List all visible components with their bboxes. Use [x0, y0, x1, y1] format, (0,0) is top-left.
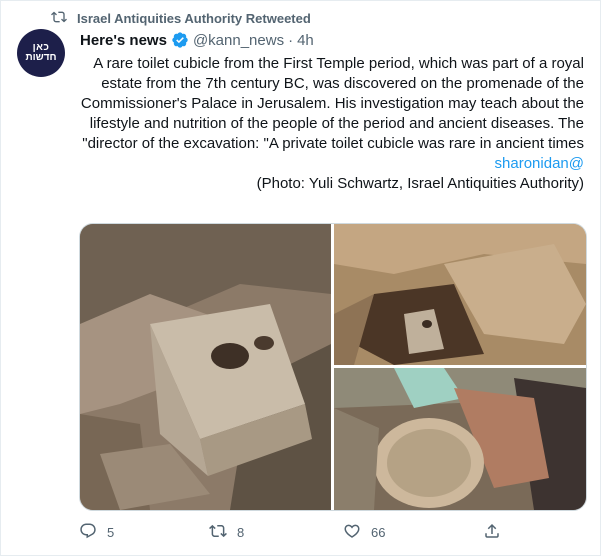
author-handle[interactable]: @kann_news [193, 32, 284, 49]
retweet-count: 8 [237, 524, 245, 540]
heart-icon [343, 522, 361, 543]
like-button[interactable]: 66 [343, 521, 385, 543]
avatar-line2: חדשות [25, 52, 57, 63]
reply-button[interactable]: 5 [79, 521, 114, 543]
author-name[interactable]: Here's news [80, 32, 167, 49]
reply-count: 5 [107, 524, 115, 540]
verified-badge-icon [171, 31, 189, 49]
reply-icon [79, 522, 97, 543]
retweet-button[interactable]: 8 [209, 521, 244, 543]
tweet-body: A rare toilet cubicle from the First Tem… [80, 55, 584, 152]
retweet-context[interactable]: Israel Antiquities Authority Retweeted [51, 9, 311, 27]
media-photo-excavation-pit[interactable] [334, 224, 586, 365]
header-separator: · [288, 31, 294, 49]
photo-credit: (Photo: Yuli Schwartz, Israel Antiquitie… [256, 175, 584, 192]
media-photo-toilet-seat[interactable] [80, 224, 331, 510]
tweet-text: A rare toilet cubicle from the First Tem… [80, 54, 584, 194]
share-button[interactable] [483, 521, 501, 543]
media-grid [79, 223, 587, 511]
tweet-header: Here's news @kann_news · 4h [80, 30, 314, 50]
retweet-context-text: Israel Antiquities Authority Retweeted [77, 10, 311, 26]
mention-link[interactable]: @sharonidan [80, 154, 584, 174]
retweet-action-icon [209, 522, 227, 543]
share-icon [483, 522, 501, 543]
like-count: 66 [371, 524, 386, 540]
tweet-timestamp[interactable]: 4h [297, 32, 314, 49]
retweet-icon [51, 9, 67, 28]
tweet-actions: 5 8 66 [79, 521, 583, 543]
avatar[interactable]: כאן חדשות [17, 29, 65, 77]
tweet-card[interactable]: Israel Antiquities Authority Retweeted כ… [0, 0, 601, 556]
media-photo-hand-sample[interactable] [334, 368, 586, 510]
